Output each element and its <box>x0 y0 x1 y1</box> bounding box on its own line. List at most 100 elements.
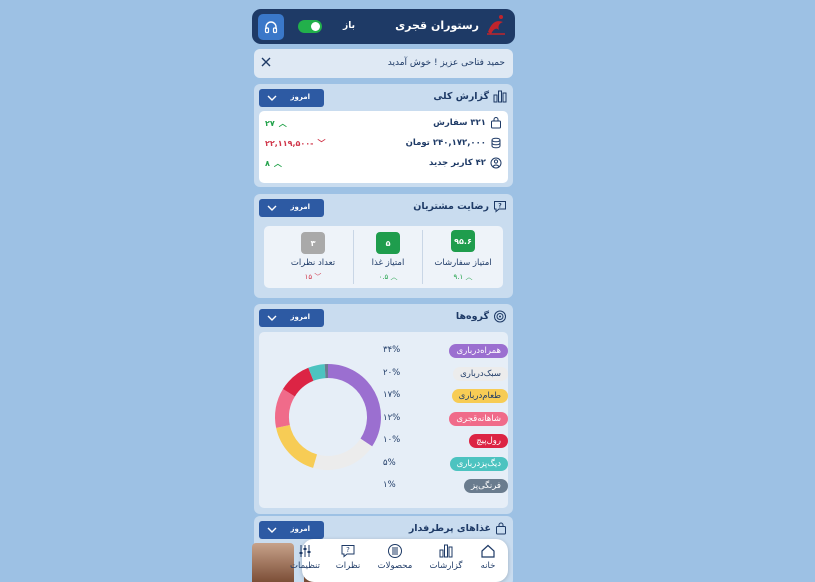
donut-slice-2[interactable] <box>313 438 373 470</box>
chevron-down-icon <box>267 205 277 211</box>
legend-row: رول‌پیچ ۱۰% <box>383 434 508 448</box>
divider <box>353 230 354 284</box>
orders-score-badge: ۹۵.۶ <box>451 230 475 252</box>
coins-icon <box>491 137 501 149</box>
food-score-delta-value: ۰.۵ <box>378 273 389 281</box>
legend-category-pill[interactable]: همراه‌درباری <box>449 344 508 358</box>
new-users-delta-value: ۸ <box>265 159 270 168</box>
nav-item-reports[interactable]: گزارشات <box>426 539 466 582</box>
svg-text:?: ? <box>346 546 350 554</box>
headphones-icon <box>264 21 278 34</box>
satisfaction-title: رضایت مشتریان <box>413 201 489 212</box>
orders-delta-value: ۲۷ <box>265 119 275 128</box>
bottom-navigation: خانه گزارشات محصولات ? نظرات تنظیمات <box>290 539 508 582</box>
new-users-stat: ۴۲ کاربر جدید ︿ ۸ <box>265 156 502 172</box>
top-bar: رستوران قجری باز <box>252 9 515 44</box>
orders-stat: ۳۲۱ سفارش ︿ ۲۷ <box>265 116 502 132</box>
legend-row: سبک‌درباری ۲۰% <box>383 366 508 381</box>
groups-title: گروه‌ها <box>455 311 489 322</box>
satisfaction-card: ? رضایت مشتریان امروز ۹۵.۶ امتیاز سفارشا… <box>254 194 513 298</box>
food-score-metric: ۵ امتیاز غذا ︿ ۰.۵ <box>354 226 422 286</box>
period-label: امروز <box>290 525 310 533</box>
support-button[interactable] <box>258 14 284 40</box>
svg-text:?: ? <box>498 203 502 210</box>
popular-foods-period-dropdown[interactable]: امروز <box>259 521 324 539</box>
report-card: گزارش کلی امروز ۳۲۱ سفارش ︿ ۲۷ ۲۴۰,۱۷۲,۰۰… <box>254 84 513 187</box>
period-label: امروز <box>290 93 310 101</box>
trend-up-icon: ︿ <box>463 273 473 281</box>
chart-icon <box>439 544 453 558</box>
nav-label-products: محصولات <box>377 561 413 571</box>
sliders-icon <box>299 545 311 557</box>
period-label: امروز <box>290 203 310 211</box>
satisfaction-metrics-panel: ۹۵.۶ امتیاز سفارشات ︿ ۹.۱ ۵ امتیاز غذا ︿… <box>264 226 503 288</box>
bag-icon <box>496 522 506 535</box>
report-card-header: گزارش کلی <box>433 90 507 103</box>
toggle-knob <box>311 22 320 31</box>
nav-label-settings: تنظیمات <box>290 561 320 571</box>
spiral-icon <box>494 310 506 323</box>
orders-value: ۳۲۱ سفارش <box>433 118 486 128</box>
comment-icon: ? <box>341 545 355 558</box>
close-icon[interactable] <box>260 56 272 68</box>
groups-period-dropdown[interactable]: امروز <box>259 309 324 327</box>
orders-delta: ︿ ۲۷ <box>265 118 287 129</box>
new-users-value: ۴۲ کاربر جدید <box>429 158 486 168</box>
comment-question-icon: ? <box>494 201 506 213</box>
food-score-label: امتیاز غذا <box>371 258 405 268</box>
reviews-count-metric: ۳ تعداد نظرات ﹀ ۱۵ <box>273 226 353 286</box>
report-period-dropdown[interactable]: امروز <box>259 89 324 107</box>
nav-label-reviews: نظرات <box>335 561 361 571</box>
legend-percent-label: ۱% <box>383 480 396 490</box>
revenue-delta: ﹀ -۲۲,۱۱۹,۵۰۰ <box>265 138 325 149</box>
new-users-delta: ︿ ۸ <box>265 158 282 169</box>
food-score-delta: ︿ ۰.۵ <box>354 272 422 282</box>
orders-score-delta: ︿ ۹.۱ <box>423 272 503 282</box>
nav-item-home[interactable]: خانه <box>468 539 508 582</box>
bag-icon <box>491 117 501 129</box>
donut-slice-5[interactable] <box>282 367 314 397</box>
legend-row: دیگ‌پزدرباری ۵% <box>383 456 508 471</box>
legend-category-pill[interactable]: شاهانه‌قجری <box>449 411 508 426</box>
report-stats-panel: ۳۲۱ سفارش ︿ ۲۷ ۲۴۰,۱۷۲,۰۰۰ تومان ﹀ -۲۲,۱۱۹… <box>259 111 508 183</box>
legend-category-pill[interactable]: رول‌پیچ <box>469 434 508 448</box>
nav-item-reviews[interactable]: ? نظرات <box>328 539 368 582</box>
legend-category-pill[interactable]: سبک‌درباری <box>453 366 508 381</box>
groups-donut-chart <box>275 364 381 470</box>
donut-slice-4[interactable] <box>275 389 296 428</box>
nav-item-products[interactable]: محصولات <box>375 539 415 582</box>
popular-foods-title: غذاهای پرطرفدار <box>408 523 491 534</box>
donut-slice-1[interactable] <box>327 364 381 447</box>
user-plus-icon <box>490 157 502 169</box>
legend-row: شاهانه‌قجری ۱۲% <box>383 411 508 426</box>
food-score-badge: ۵ <box>376 232 400 254</box>
chevron-down-icon <box>267 315 277 321</box>
orders-score-label: امتیاز سفارشات <box>434 258 492 268</box>
popular-foods-card-header: غذاهای پرطرفدار <box>409 522 507 535</box>
groups-chart-panel: همراه‌درباری ۳۴% سبک‌درباری ۲۰% طعام‌درباری ۱… <box>259 332 508 508</box>
legend-percent-label: ۱۰% <box>383 435 401 445</box>
open-status-toggle[interactable] <box>298 20 322 33</box>
reviews-count-label: تعداد نظرات <box>290 258 336 268</box>
chevron-down-icon <box>267 527 277 533</box>
nav-item-settings[interactable]: تنظیمات <box>285 539 325 582</box>
trend-up-icon: ︿ <box>273 159 282 168</box>
restaurant-name: رستوران قجری <box>395 19 479 32</box>
welcome-banner: حمید فتاحی عزیز ! خوش آمدید <box>254 49 513 78</box>
trend-up-icon: ︿ <box>388 273 398 281</box>
legend-category-pill[interactable]: دیگ‌پزدرباری <box>449 456 508 471</box>
legend-row: همراه‌درباری ۳۴% <box>383 344 508 358</box>
satisfaction-period-dropdown[interactable]: امروز <box>259 199 324 217</box>
trend-down-icon: ﹀ <box>312 273 322 281</box>
legend-row: طعام‌درباری ۱۷% <box>383 389 508 403</box>
donut-slice-3[interactable] <box>276 424 318 468</box>
revenue-stat: ۲۴۰,۱۷۲,۰۰۰ تومان ﹀ -۲۲,۱۱۹,۵۰۰ <box>265 136 502 152</box>
trend-down-icon: ﹀ <box>317 139 326 148</box>
legend-row: فرنگی‌پز ۱% <box>383 479 508 493</box>
legend-percent-label: ۵% <box>383 457 396 468</box>
legend-category-pill[interactable]: فرنگی‌پز <box>464 479 508 493</box>
donut-slice-6[interactable] <box>308 364 326 381</box>
home-icon <box>481 544 495 558</box>
satisfaction-card-header: ? رضایت مشتریان <box>413 200 507 213</box>
legend-category-pill[interactable]: طعام‌درباری <box>451 389 508 403</box>
